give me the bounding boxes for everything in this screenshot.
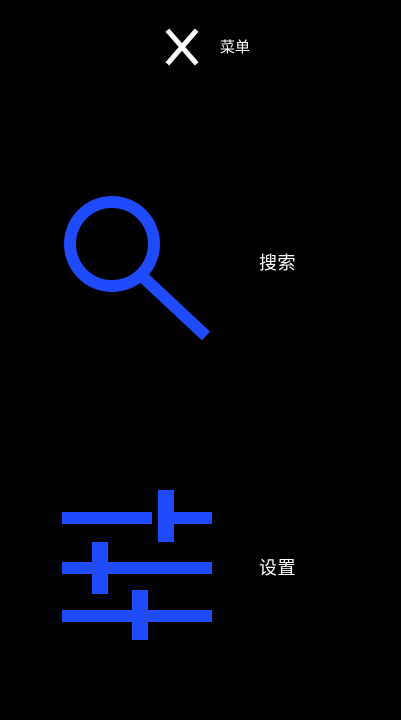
menu-item-search[interactable]: 搜索 <box>40 180 370 350</box>
menu-item-search-label: 搜索 <box>259 253 296 274</box>
menu-item-settings[interactable]: 设置 <box>40 480 370 650</box>
close-button[interactable] <box>161 28 203 66</box>
close-icon <box>165 28 199 66</box>
menu-title: 菜单 <box>220 38 251 56</box>
menu-item-settings-label: 设置 <box>259 558 296 579</box>
search-icon <box>64 196 211 341</box>
sliders-icon <box>62 490 212 640</box>
menu-header: 菜单 <box>0 0 401 90</box>
